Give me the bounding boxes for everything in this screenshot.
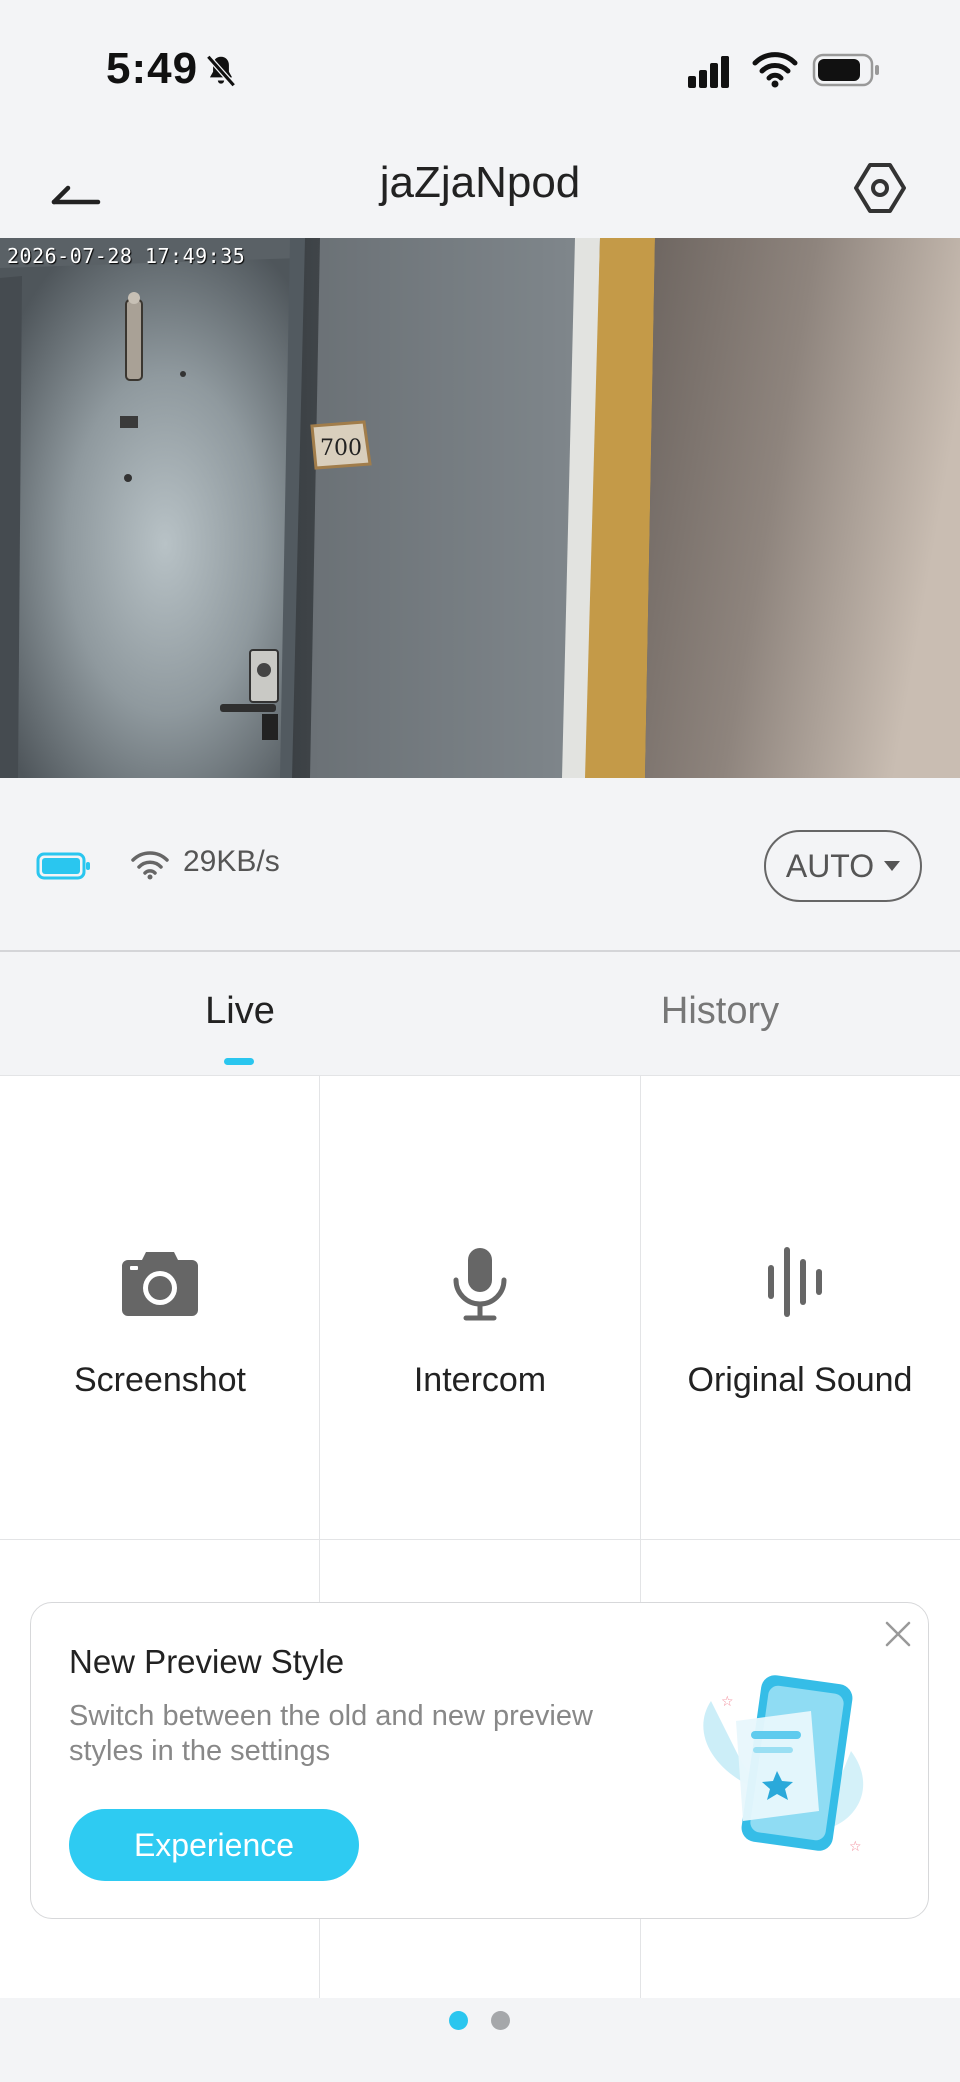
wifi-icon <box>752 52 798 88</box>
wifi-signal-icon <box>131 851 169 880</box>
live-video-feed[interactable]: 700 2026-07-28 17:49:35 <box>0 238 960 778</box>
page-indicator <box>0 1998 960 2082</box>
view-tabs: Live History <box>0 952 960 1076</box>
microphone-icon <box>453 1248 507 1321</box>
tab-history[interactable]: History <box>480 990 960 1033</box>
svg-text:☆: ☆ <box>849 1839 862 1855</box>
popup-title: New Preview Style <box>69 1643 345 1680</box>
popup-description: Switch between the old and new preview s… <box>69 1700 593 1767</box>
settings-icon[interactable] <box>852 160 908 216</box>
page-dot-2[interactable] <box>491 2011 510 2030</box>
camera-frame: 700 <box>0 238 960 778</box>
stream-info-row: 29KB/s AUTO <box>0 780 960 950</box>
experience-button[interactable]: Experience <box>69 1809 359 1881</box>
svg-text:☆: ☆ <box>721 1694 734 1710</box>
bell-muted-icon <box>206 54 236 88</box>
page-title: jaZjaNpod <box>379 158 581 207</box>
quality-selector[interactable]: AUTO <box>764 830 922 902</box>
camera-icon <box>122 1252 198 1316</box>
tab-live[interactable]: Live <box>0 990 480 1033</box>
bitrate-readout: 29KB/s <box>183 845 280 878</box>
page-dot-1[interactable] <box>449 2011 468 2030</box>
status-bar: 5:49 <box>0 0 960 140</box>
cellular-signal-icon <box>688 56 729 88</box>
intercom-button[interactable]: Intercom <box>320 1076 640 1539</box>
sound-wave-icon <box>768 1247 822 1317</box>
door-number: 700 <box>320 436 362 461</box>
screenshot-button[interactable]: Screenshot <box>0 1076 320 1539</box>
preview-style-popup: New Preview Style Switch between the old… <box>30 1602 929 1919</box>
intercom-label: Intercom <box>413 1361 547 1399</box>
grid-divider <box>0 1539 960 1540</box>
caret-down-icon <box>884 861 901 871</box>
phone-illustration-icon: ☆ ☆ <box>703 1675 864 1855</box>
nav-header: jaZjaNpod <box>0 140 960 240</box>
screenshot-label: Screenshot <box>74 1361 246 1399</box>
original-sound-label: Original Sound <box>687 1361 913 1399</box>
close-icon[interactable] <box>883 1619 913 1649</box>
battery-icon <box>812 53 879 87</box>
active-tab-indicator <box>224 1058 254 1065</box>
video-timestamp: 2026-07-28 17:49:35 <box>7 244 246 268</box>
original-sound-button[interactable]: Original Sound <box>640 1076 960 1539</box>
status-time: 5:49 <box>106 44 199 93</box>
quality-label: AUTO <box>785 847 875 884</box>
device-battery-icon <box>36 852 90 880</box>
